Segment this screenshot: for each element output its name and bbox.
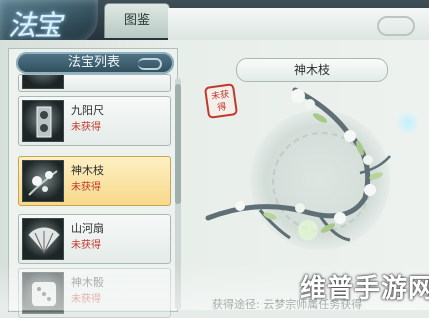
dice-artifact-icon <box>22 272 64 314</box>
list-item-selected[interactable]: 神木枝 未获得 <box>18 156 171 206</box>
site-watermark: 维普手游网 <box>300 274 429 304</box>
logo-text: 法宝 <box>8 9 62 42</box>
artifact-branch-illustration <box>205 87 391 242</box>
item-name: 神木枝 <box>71 164 104 177</box>
branch-artifact-icon <box>22 160 64 202</box>
item-status: 未获得 <box>71 122 101 133</box>
ruler-artifact-icon <box>22 100 64 142</box>
tab-strip <box>168 8 429 41</box>
list-scrollbar-thumb[interactable] <box>175 84 181 204</box>
fan-artifact-icon <box>22 218 64 260</box>
item-name: 神木骰 <box>71 276 104 289</box>
item-name: 九阳尺 <box>71 104 104 117</box>
artifact-list-title-label: 法宝列表 <box>68 55 121 70</box>
window-logo: 法宝 <box>0 0 98 44</box>
artifact-icon <box>22 75 64 89</box>
item-status: 未获得 <box>71 240 101 251</box>
artifact-list-title: 法宝列表 <box>16 52 174 74</box>
tab-codex[interactable]: 图鉴 <box>104 3 170 38</box>
item-status: 未获得 <box>71 294 101 305</box>
list-item[interactable]: 九阳尺 未获得 <box>18 96 171 146</box>
list-item[interactable]: 神木骰 未获得 <box>18 268 171 318</box>
list-item[interactable]: 山河扇 未获得 <box>18 214 171 264</box>
sparkle-icon <box>398 108 418 138</box>
list-item-partial[interactable] <box>18 74 171 92</box>
item-status: 未获得 <box>71 182 101 193</box>
swirl-icon <box>138 58 162 70</box>
cloud-ornament-icon <box>377 16 415 36</box>
item-name: 山河扇 <box>71 222 104 235</box>
